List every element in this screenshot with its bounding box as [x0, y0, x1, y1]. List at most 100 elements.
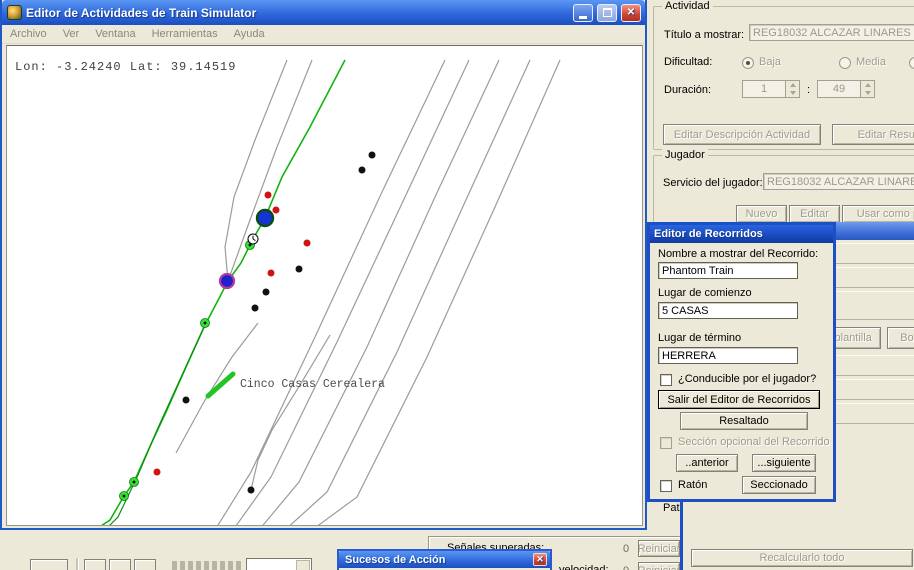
signal-marker[interactable] [265, 192, 272, 199]
path-junction-marker[interactable] [220, 274, 234, 288]
track-node-marker[interactable] [359, 167, 366, 174]
track-node-marker[interactable] [296, 266, 303, 273]
menu-ventana[interactable]: Ventana [95, 28, 135, 40]
main-titlebar: Editor de Actividades de Train Simulator… [2, 0, 645, 25]
radio-dot [746, 61, 750, 65]
mouse-checkbox-label: Ratón [678, 479, 707, 491]
bottom-toolbar-button[interactable] [109, 559, 131, 570]
service-label: Servicio del jugador: [663, 177, 763, 189]
route-editor-dialog: Editor de Recorridos Nombre a mostrar de… [647, 222, 836, 502]
duration-label: Duración: [664, 84, 711, 96]
signal-marker[interactable] [304, 240, 311, 247]
minimize-button[interactable] [573, 4, 593, 22]
track-node-marker[interactable] [248, 487, 255, 494]
route-name-input[interactable] [658, 262, 798, 279]
drivable-checkbox[interactable] [660, 374, 672, 386]
activity-title-input[interactable] [749, 24, 914, 41]
track-node-marker[interactable] [183, 397, 190, 404]
bottom-toolbar-label [172, 561, 242, 570]
siding-marker[interactable] [208, 374, 233, 396]
difficulty-radio-alta[interactable] [909, 57, 914, 69]
track-line [251, 335, 330, 490]
spinner-arrows[interactable] [860, 81, 874, 97]
edit-description-button[interactable]: Editar Descripción Actividad [663, 124, 821, 145]
use-as-template-button[interactable]: Usar como plantilla [842, 205, 914, 223]
events-close-button[interactable]: ✕ [533, 553, 547, 566]
track-line [215, 60, 445, 526]
signal-marker[interactable] [273, 207, 280, 214]
track-line [228, 60, 312, 281]
duration-minutes-spinner[interactable]: 49 [817, 80, 875, 98]
menu-ayuda[interactable]: Ayuda [234, 28, 265, 40]
mouse-checkbox[interactable] [660, 480, 672, 492]
recalculate-all-button[interactable]: Recalcularlo todo [691, 549, 913, 567]
maximize-icon [603, 8, 612, 17]
combobox-arrow-icon[interactable] [296, 560, 310, 570]
delete-button-fragment[interactable]: Bo [887, 327, 914, 349]
player-service-input[interactable] [763, 173, 914, 190]
next-button[interactable]: ...siguiente [752, 454, 816, 472]
optional-section-checkbox[interactable] [660, 437, 672, 449]
duration-hours-spinner[interactable]: 1 [742, 80, 800, 98]
title-label: Título a mostrar: [664, 29, 744, 41]
end-place-label: Lugar de término [658, 332, 741, 344]
menu-archivo[interactable]: Archivo [10, 28, 47, 40]
edit-button[interactable]: Editar [789, 205, 840, 223]
previous-button[interactable]: ..anterior [676, 454, 738, 472]
speed-value: 0 [623, 565, 629, 570]
sectioned-button[interactable]: Seccionado [742, 476, 816, 494]
optional-section-label: Sección opcional del Recorrido [678, 436, 830, 448]
difficulty-baja-label: Baja [759, 56, 781, 68]
maximize-button[interactable] [597, 4, 617, 22]
bottom-toolbar-button[interactable] [30, 559, 68, 570]
track-map[interactable]: Cinco Casas Cerealera [7, 52, 643, 526]
menu-herramientas[interactable]: Herramientas [152, 28, 218, 40]
dialog-title: Editor de Recorridos [654, 228, 829, 240]
screen: { "main_window": { "title": "Editor de A… [0, 0, 914, 570]
duration-hours-value: 1 [743, 81, 785, 97]
station-label: Cinco Casas Cerealera [240, 378, 385, 391]
stop-marker-center [204, 322, 207, 325]
difficulty-media-label: Media [856, 56, 886, 68]
speed-label-fragment: velocidad: [559, 564, 609, 570]
reset-speed-button[interactable]: Reiniciar [638, 562, 680, 570]
spinner-arrows[interactable] [785, 81, 799, 97]
track-node-marker[interactable] [369, 152, 376, 159]
track-line [285, 60, 530, 526]
highlight-button[interactable]: Resaltado [680, 412, 808, 430]
stop-marker-center [123, 495, 126, 498]
bottom-toolbar-button[interactable] [84, 559, 106, 570]
close-icon: ✕ [536, 554, 544, 565]
start-place-input[interactable] [658, 302, 798, 319]
signal-marker[interactable] [154, 469, 161, 476]
difficulty-radio-baja[interactable] [742, 57, 754, 69]
map-canvas[interactable]: Cinco Casas Cerealera Lon: -3.24240 Lat:… [6, 45, 643, 526]
menu-ver[interactable]: Ver [63, 28, 80, 40]
duration-minutes-value: 49 [818, 81, 860, 97]
stop-marker-center [133, 481, 136, 484]
exit-route-editor-button[interactable]: Salir del Editor de Recorridos [658, 390, 820, 409]
drivable-checkbox-label: ¿Conducible por el jugador? [678, 373, 816, 385]
path-start-marker[interactable] [257, 210, 273, 226]
coordinates-readout: Lon: -3.24240 Lat: 39.14519 [15, 60, 236, 74]
track-node-marker[interactable] [252, 305, 259, 312]
signals-passed-value: 0 [623, 543, 629, 555]
edit-summary-button[interactable]: Editar Resumen [832, 124, 914, 145]
signal-marker[interactable] [268, 270, 275, 277]
reset-signals-button[interactable]: Reiniciar [638, 540, 680, 557]
events-window-title: Sucesos de Acción [345, 554, 529, 566]
bottom-toolbar-button[interactable] [134, 559, 156, 570]
menubar: Archivo Ver Ventana Herramientas Ayuda [2, 25, 645, 44]
duration-separator: : [807, 84, 810, 96]
difficulty-radio-media[interactable] [839, 57, 851, 69]
bottom-toolbar-combobox[interactable] [246, 558, 312, 570]
close-button[interactable]: ✕ [621, 4, 641, 22]
difficulty-label: Dificultad: [664, 56, 712, 68]
track-line [225, 60, 287, 281]
new-button[interactable]: Nuevo [736, 205, 787, 223]
events-titlebar: Sucesos de Acción ✕ [339, 551, 550, 568]
end-place-input[interactable] [658, 347, 798, 364]
close-icon: ✕ [627, 7, 635, 18]
track-node-marker[interactable] [263, 289, 270, 296]
main-window: Editor de Actividades de Train Simulator… [0, 0, 647, 530]
